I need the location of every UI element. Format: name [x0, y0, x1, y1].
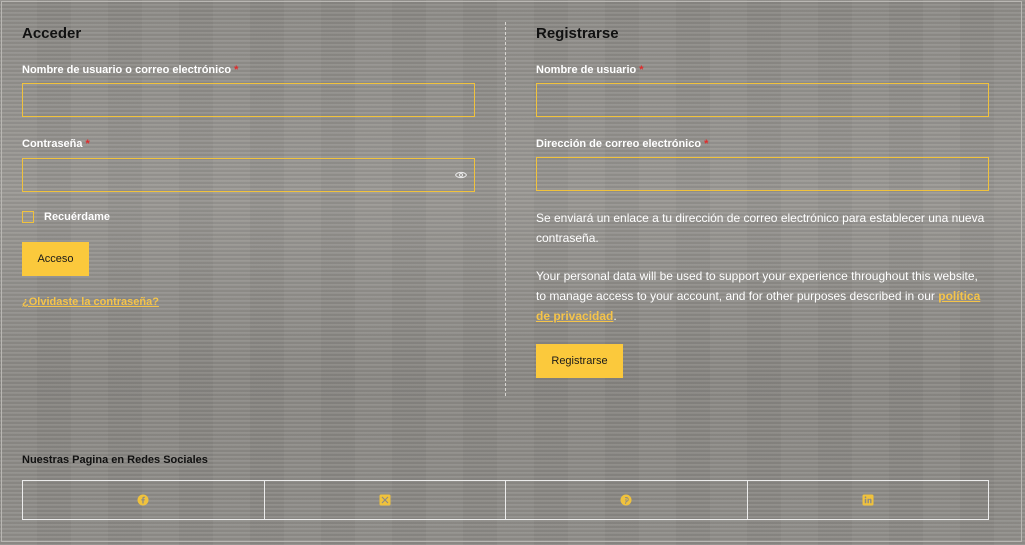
- social-link-linkedin[interactable]: [748, 481, 989, 519]
- login-username-label-text: Nombre de usuario o correo electrónico: [22, 64, 232, 76]
- register-title: Registrarse: [536, 25, 619, 42]
- register-username-label-text: Nombre de usuario: [536, 64, 637, 76]
- login-password-label-text: Contraseña: [22, 138, 83, 150]
- pinterest-icon: [620, 494, 632, 506]
- login-password-label: Contraseña *: [22, 138, 90, 150]
- privacy-notice: Your personal data will be used to suppo…: [536, 266, 989, 326]
- required-mark: *: [85, 138, 90, 150]
- privacy-notice-end: .: [613, 309, 617, 323]
- social-section-title: Nuestras Pagina en Redes Sociales: [22, 454, 208, 466]
- social-links-row: [22, 480, 989, 520]
- social-link-x[interactable]: [265, 481, 506, 519]
- password-field-wrapper: [22, 158, 475, 192]
- remember-me-label[interactable]: Recuérdame: [44, 211, 110, 223]
- required-mark: *: [704, 138, 709, 150]
- remember-me-checkbox[interactable]: [22, 211, 34, 223]
- social-link-facebook[interactable]: [23, 481, 265, 519]
- show-password-eye-icon[interactable]: [455, 171, 467, 179]
- required-mark: *: [234, 64, 239, 76]
- login-password-input[interactable]: [22, 158, 475, 192]
- facebook-icon: [137, 494, 149, 506]
- register-email-label-text: Dirección de correo electrónico: [536, 138, 702, 150]
- required-mark: *: [639, 64, 644, 76]
- register-username-input[interactable]: [536, 83, 989, 117]
- register-submit-button[interactable]: Registrarse: [536, 344, 623, 378]
- social-link-pinterest[interactable]: [506, 481, 748, 519]
- forgot-password-link[interactable]: ¿Olvidaste la contraseña?: [22, 296, 159, 308]
- password-link-notice: Se enviará un enlace a tu dirección de c…: [536, 211, 985, 245]
- privacy-notice-text: Your personal data will be used to suppo…: [536, 269, 978, 303]
- linkedin-icon: [862, 494, 874, 506]
- register-email-input[interactable]: [536, 157, 989, 191]
- register-username-label: Nombre de usuario *: [536, 64, 644, 76]
- register-email-label: Dirección de correo electrónico *: [536, 138, 708, 150]
- login-username-input[interactable]: [22, 83, 475, 117]
- column-divider: [505, 22, 506, 396]
- login-username-label: Nombre de usuario o correo electrónico *: [22, 64, 238, 76]
- x-twitter-icon: [379, 494, 391, 506]
- login-submit-button[interactable]: Acceso: [22, 242, 89, 276]
- login-title: Acceder: [22, 25, 82, 42]
